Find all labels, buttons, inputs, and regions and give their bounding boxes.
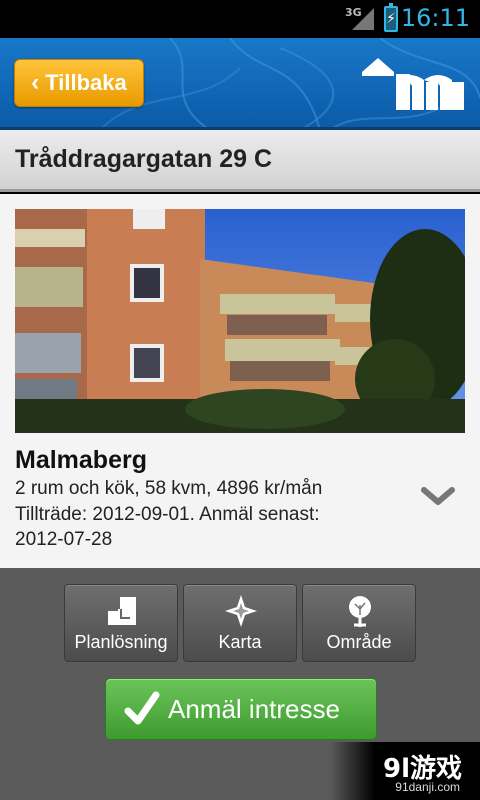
floorplan-button[interactable]: Planlösning: [64, 584, 178, 662]
map-button[interactable]: Karta: [183, 584, 297, 662]
m-house-logo-icon: [362, 58, 464, 110]
status-clock: 16:11: [400, 4, 470, 32]
compass-icon: [225, 595, 257, 627]
register-interest-label: Anmäl intresse: [168, 693, 340, 724]
listing-content: Malmaberg 2 rum och kök, 58 kvm, 4896 kr…: [0, 194, 480, 568]
watermark: 9l游戏 91danji.com: [330, 742, 480, 800]
listing-title-bar: Tråddragargatan 29 C: [0, 130, 480, 192]
tree-icon: [349, 596, 371, 627]
back-button[interactable]: ‹ Tillbaka: [14, 59, 144, 107]
app-header: ‹ Tillbaka: [0, 38, 480, 130]
map-label: Karta: [218, 632, 262, 652]
listing-title: Tråddragargatan 29 C: [15, 145, 273, 173]
area-name: Malmaberg: [15, 446, 147, 474]
status-bar: 3G ⚡ 16:11: [0, 0, 480, 38]
building-photo: [15, 209, 465, 433]
listing-access-date: Tillträde: 2012-09-01. Anmäl senast:: [15, 504, 320, 525]
chevron-left-icon: ‹: [31, 69, 40, 96]
watermark-url: 91danji.com: [395, 780, 460, 794]
floorplan-icon: [108, 597, 136, 625]
floorplan-label: Planlösning: [74, 632, 168, 652]
chevron-down-icon[interactable]: [420, 484, 456, 508]
area-button[interactable]: Område: [302, 584, 416, 662]
area-label: Område: [326, 632, 392, 652]
battery-icon: ⚡: [384, 3, 398, 32]
checkmark-icon: [124, 691, 160, 725]
register-interest-button[interactable]: Anmäl intresse: [105, 678, 377, 740]
listing-deadline: 2012-07-28: [15, 529, 113, 550]
back-button-label: Tillbaka: [45, 70, 127, 95]
signal-icon: [352, 8, 374, 30]
listing-details: 2 rum och kök, 58 kvm, 4896 kr/mån: [15, 478, 323, 499]
